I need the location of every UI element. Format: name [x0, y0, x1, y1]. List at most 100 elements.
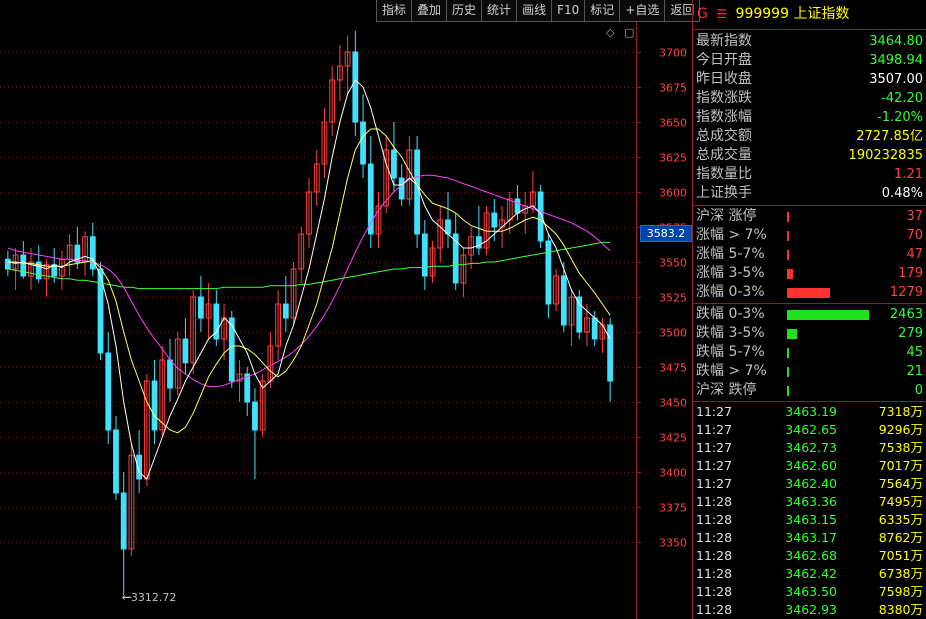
quote-list: 最新指数 3464.80 今日开盘 3498.94 昨日收盘 3507.00 指数涨跌 -42…	[693, 30, 926, 206]
quote-value: 2727.85亿	[856, 129, 923, 144]
candle-down	[113, 429, 119, 494]
quote-value: 179	[898, 266, 923, 281]
quote-row: 沪深 跌停 0	[693, 381, 926, 400]
y-tick-label: 3675	[659, 82, 687, 95]
quote-label: 上证换手	[696, 185, 752, 201]
down-distribution: 跌幅 0-3% 2463 跌幅 3-5% 279 跌幅 5-7% 45 跌幅 > 7% 21 沪…	[693, 304, 926, 402]
tick-row[interactable]: 11:28 3463.36 7495万	[693, 493, 926, 511]
quote-row: 涨幅 3-5% 179	[693, 264, 926, 283]
candle-down	[89, 236, 96, 270]
quote-row: 涨幅 5-7% 47	[693, 245, 926, 264]
quote-value: 3464.80	[869, 34, 923, 49]
tick-row[interactable]: 11:27 3462.65 9296万	[693, 421, 926, 439]
tick-price: 3462.42	[785, 566, 837, 581]
quote-value: 3498.94	[869, 53, 923, 68]
candle-down	[491, 212, 498, 228]
candle-down	[151, 380, 158, 431]
tick-volume: 7495万	[878, 494, 923, 509]
quote-panel: G ☰ 999999 上证指数 最新指数 3464.80 今日开盘 3498.94 昨日…	[692, 0, 926, 619]
distribution-bar	[787, 367, 789, 377]
tick-row[interactable]: 11:27 3462.40 7564万	[693, 475, 926, 493]
candle-down	[282, 303, 289, 319]
candle-down	[607, 324, 614, 382]
tick-row[interactable]: 11:28 3462.42 6738万	[693, 565, 926, 583]
window-icon[interactable]: ▢	[624, 26, 634, 39]
y-tick-label: 3700	[659, 47, 687, 60]
tick-volume: 8762万	[878, 530, 923, 545]
quote-label: 涨幅 0-3%	[696, 284, 765, 300]
tick-row[interactable]: 11:28 3462.93 8380万	[693, 601, 926, 619]
g-icon[interactable]: G	[697, 6, 708, 22]
y-tick-label: 3625	[659, 152, 687, 165]
toolbar-button-1[interactable]: 叠加	[411, 0, 448, 22]
quote-label: 跌幅 5-7%	[696, 344, 765, 360]
tick-row[interactable]: 11:27 3463.19 7318万	[693, 403, 926, 421]
candle-down	[105, 352, 112, 431]
quote-row: 指数涨幅 -1.20%	[693, 108, 926, 127]
tick-volume: 6738万	[878, 566, 923, 581]
quote-label: 沪深 涨停	[696, 208, 757, 224]
quote-row: 跌幅 > 7% 21	[693, 362, 926, 381]
tick-row[interactable]: 11:28 3463.15 6335万	[693, 511, 926, 529]
tick-time: 11:27	[696, 404, 733, 419]
candle-down	[421, 233, 428, 277]
tick-time: 11:27	[696, 422, 733, 437]
quote-row: 涨幅 0-3% 1279	[693, 283, 926, 302]
candle-down	[20, 254, 27, 277]
candle-down	[182, 338, 189, 364]
tick-price: 3462.68	[785, 548, 837, 563]
quote-value: 0.48%	[881, 186, 923, 201]
toolbar-button-2[interactable]: 历史	[446, 0, 483, 22]
index-code: 999999	[735, 6, 789, 22]
quote-row: 跌幅 3-5% 279	[693, 324, 926, 343]
quote-row: 沪深 涨停 37	[693, 207, 926, 226]
quote-label: 总成交量	[696, 147, 752, 163]
tick-volume: 9296万	[878, 422, 923, 437]
diamond-icon[interactable]: ◇	[606, 26, 614, 39]
quote-label: 涨幅 3-5%	[696, 265, 765, 281]
distribution-bar	[787, 288, 830, 298]
quote-row: 今日开盘 3498.94	[693, 51, 926, 70]
tick-time: 11:28	[696, 548, 733, 563]
quote-label: 跌幅 0-3%	[696, 306, 765, 322]
quote-row: 最新指数 3464.80	[693, 32, 926, 51]
y-tick-label: 3525	[659, 292, 687, 305]
tick-row[interactable]: 11:27 3462.60 7017万	[693, 457, 926, 475]
tick-list[interactable]: 11:27 3463.19 7318万 11:27 3462.65 9296万 11:27 3…	[693, 402, 926, 619]
tick-price: 3463.50	[785, 584, 837, 599]
candle-down	[545, 240, 552, 305]
tick-time: 11:28	[696, 530, 733, 545]
tick-row[interactable]: 11:27 3462.73 7538万	[693, 439, 926, 457]
panel-header: G ☰ 999999 上证指数	[693, 0, 926, 30]
tick-volume: 7538万	[878, 440, 923, 455]
candle-down	[391, 149, 397, 179]
quote-label: 今日开盘	[696, 52, 752, 68]
quote-value: -1.20%	[877, 110, 923, 125]
quote-value: 1279	[889, 285, 923, 300]
quote-row: 总成交量 190232835	[693, 146, 926, 165]
tick-row[interactable]: 11:28 3463.17 8762万	[693, 529, 926, 547]
kline-chart[interactable]: 3700367536503625360035753550352535003475…	[0, 0, 692, 619]
y-tick-label: 3500	[659, 327, 687, 340]
quote-value: 0	[914, 383, 923, 398]
tick-row[interactable]: 11:28 3463.50 7598万	[693, 583, 926, 601]
toolbar-button-3[interactable]: 统计	[481, 0, 518, 22]
quote-label: 指数涨跌	[696, 90, 752, 106]
quote-label: 涨幅 5-7%	[696, 246, 765, 262]
toolbar-button-7[interactable]: +自选	[619, 0, 666, 22]
toolbar-button-6[interactable]: 标记	[584, 0, 621, 22]
menu-icon[interactable]: ☰	[716, 7, 727, 21]
toolbar-button-4[interactable]: 画线	[516, 0, 553, 22]
tick-row[interactable]: 11:28 3462.68 7051万	[693, 547, 926, 565]
quote-row: 昨日收盘 3507.00	[693, 70, 926, 89]
quote-row: 指数涨跌 -42.20	[693, 89, 926, 108]
tick-time: 11:27	[696, 476, 733, 491]
kline-chart-area[interactable]: 3700367536503625360035753550352535003475…	[0, 0, 701, 619]
toolbar-button-0[interactable]: 指标	[376, 0, 413, 22]
y-tick-label: 3425	[659, 432, 687, 445]
chart-toolbar: 指标 叠加 历史 统计 画线 F10 标记 +自选 返回	[376, 0, 701, 22]
toolbar-button-5[interactable]: F10	[551, 0, 586, 22]
candle-down	[167, 359, 173, 389]
quote-label: 跌幅 3-5%	[696, 325, 765, 341]
tick-price: 3463.19	[785, 404, 837, 419]
